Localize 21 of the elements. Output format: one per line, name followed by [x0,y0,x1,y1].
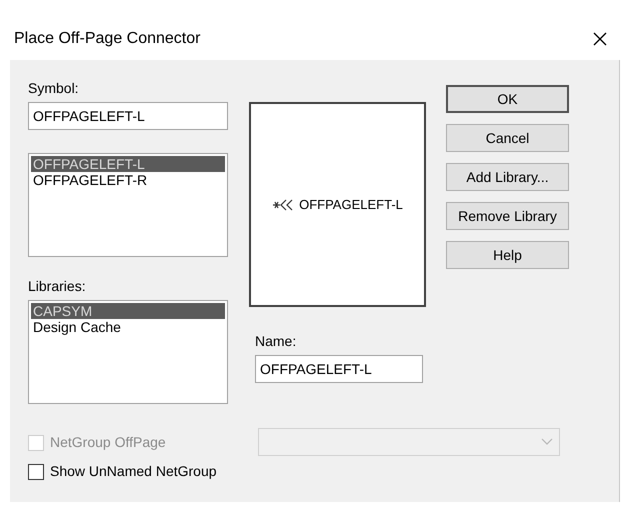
name-label: Name: [255,333,298,349]
dialog-button[interactable]: Cancel [446,124,569,152]
dialog-button[interactable]: OK [446,85,569,113]
list-item[interactable]: Design Cache [31,319,225,335]
symbol-label: Symbol: [28,80,80,96]
checkbox-label: NetGroup OffPage [50,433,166,452]
list-item[interactable]: OFFPAGELEFT-L [31,156,225,172]
name-field[interactable]: OFFPAGELEFT-L [255,355,423,383]
list-item[interactable]: OFFPAGELEFT-R [31,172,225,188]
window-title: Place Off-Page Connector [14,29,200,49]
libraries-label: Libraries: [28,278,87,294]
dialog-button[interactable]: Help [446,241,569,269]
checkbox[interactable] [28,464,44,480]
chevron-down-icon [541,438,553,446]
close-icon[interactable] [592,31,608,47]
symbol-field[interactable]: OFFPAGELEFT-L [28,102,228,130]
checkbox-label: Show UnNamed NetGroup [50,462,217,481]
list-item[interactable]: CAPSYM [31,303,225,319]
dialog-button[interactable]: Add Library... [446,163,569,191]
preview-text: OFFPAGELEFT-L [299,196,403,214]
dialog-button[interactable]: Remove Library [446,202,569,230]
